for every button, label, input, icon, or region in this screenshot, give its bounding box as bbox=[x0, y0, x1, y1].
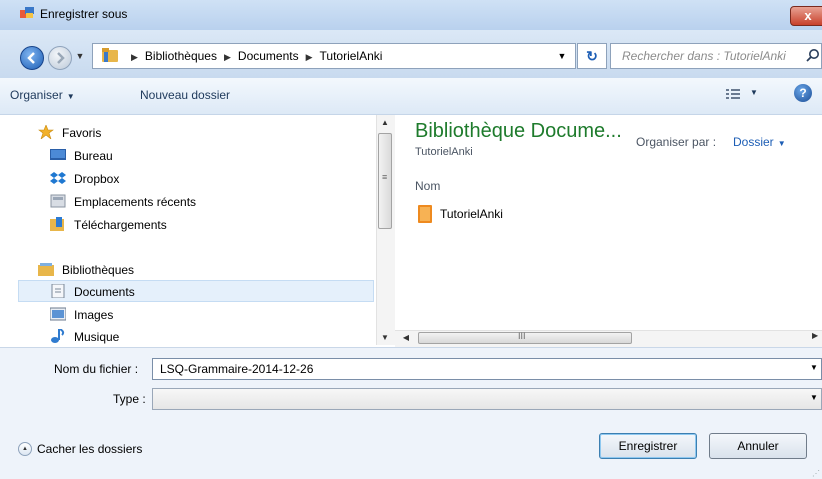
organize-button[interactable]: Organiser ▼ bbox=[10, 88, 75, 102]
sidebar-item-favoris[interactable]: Favoris bbox=[62, 126, 101, 140]
list-item[interactable]: TutorielAnki bbox=[440, 207, 503, 221]
new-folder-button[interactable]: Nouveau dossier bbox=[140, 88, 230, 102]
save-dialog-icon bbox=[20, 7, 34, 18]
cancel-button[interactable]: Annuler bbox=[709, 433, 807, 459]
breadcrumb: ▶ Bibliothèques ▶ Documents ▶ TutorielAnki bbox=[124, 49, 382, 63]
library-icon bbox=[38, 263, 54, 276]
close-button[interactable]: x bbox=[790, 6, 822, 26]
hide-folders-button[interactable]: ▲ bbox=[18, 442, 32, 456]
breadcrumb-separator-icon[interactable]: ▶ bbox=[131, 52, 138, 62]
type-label: Type : bbox=[113, 392, 146, 406]
breadcrumb-item-tutorielanki[interactable]: TutorielAnki bbox=[320, 49, 383, 63]
music-icon bbox=[51, 329, 65, 343]
documents-icon bbox=[51, 284, 65, 298]
recent-pages-dropdown[interactable]: ▼ bbox=[74, 49, 86, 63]
window-title: Enregistrer sous bbox=[40, 7, 128, 21]
dropbox-icon bbox=[50, 172, 66, 184]
address-dropdown[interactable]: ▼ bbox=[555, 48, 569, 64]
nav-selection-highlight bbox=[18, 280, 374, 302]
star-icon bbox=[38, 125, 54, 139]
arrange-by-value: Dossier bbox=[733, 135, 774, 149]
folder-file-icon bbox=[418, 205, 432, 223]
navigation-pane bbox=[18, 115, 379, 345]
sidebar-item-images[interactable]: Images bbox=[74, 308, 113, 322]
sidebar-item-emplacements-recents[interactable]: Emplacements récents bbox=[74, 195, 196, 209]
sidebar-item-bibliotheques[interactable]: Bibliothèques bbox=[62, 263, 134, 277]
sidebar-item-musique[interactable]: Musique bbox=[74, 330, 119, 344]
column-header-name[interactable]: Nom bbox=[415, 179, 440, 193]
folder-icon bbox=[102, 48, 118, 62]
type-dropdown[interactable]: ▼ bbox=[810, 393, 818, 402]
view-dropdown[interactable]: ▼ bbox=[750, 88, 758, 97]
sidebar-item-telechargements[interactable]: Téléchargements bbox=[74, 218, 167, 232]
scroll-left-arrow-icon[interactable]: ◀ bbox=[398, 331, 414, 345]
filename-label: Nom du fichier : bbox=[54, 362, 139, 376]
sidebar-item-dropbox[interactable]: Dropbox bbox=[74, 172, 119, 186]
filename-dropdown[interactable]: ▼ bbox=[810, 363, 818, 372]
chevron-down-icon: ▼ bbox=[777, 139, 786, 148]
arrange-by-dropdown[interactable]: Dossier ▼ bbox=[733, 135, 786, 149]
downloads-icon bbox=[50, 217, 64, 231]
library-subtitle: TutorielAnki bbox=[415, 146, 473, 158]
arrange-by-label: Organiser par : bbox=[636, 135, 717, 149]
library-title: Bibliothèque Docume... bbox=[415, 120, 622, 142]
images-icon bbox=[50, 307, 66, 321]
scroll-down-arrow-icon[interactable]: ▼ bbox=[376, 330, 394, 346]
type-select[interactable] bbox=[152, 388, 822, 410]
grip-icon: III bbox=[518, 331, 526, 341]
grip-icon: ≡ bbox=[382, 172, 388, 182]
resize-grip-icon[interactable]: ⋰ bbox=[812, 469, 820, 478]
sidebar-item-bureau[interactable]: Bureau bbox=[74, 149, 113, 163]
save-button[interactable]: Enregistrer bbox=[599, 433, 697, 459]
search-icon[interactable] bbox=[806, 48, 820, 62]
command-bar bbox=[0, 78, 822, 115]
help-icon[interactable]: ? bbox=[794, 84, 812, 102]
desktop-icon bbox=[50, 149, 66, 160]
forward-arrow-icon[interactable] bbox=[48, 46, 72, 70]
recent-places-icon bbox=[50, 194, 66, 208]
search-placeholder: Rechercher dans : TutorielAnki bbox=[622, 49, 786, 63]
chevron-down-icon: ▼ bbox=[66, 92, 75, 101]
breadcrumb-item-bibliotheques[interactable]: Bibliothèques bbox=[145, 49, 217, 63]
filename-value: LSQ-Grammaire-2014-12-26 bbox=[160, 362, 314, 376]
save-as-dialog: Enregistrer sous x ▼ ▶ Bibliothèques ▶ Docu… bbox=[0, 0, 822, 479]
refresh-icon[interactable]: ↻ bbox=[577, 43, 607, 69]
sidebar-item-documents[interactable]: Documents bbox=[74, 285, 135, 299]
scroll-right-arrow-icon[interactable]: ▶ bbox=[812, 331, 822, 345]
back-arrow-icon[interactable] bbox=[20, 46, 44, 70]
breadcrumb-separator-icon[interactable]: ▶ bbox=[306, 52, 313, 62]
view-icon[interactable] bbox=[724, 86, 744, 102]
breadcrumb-separator-icon[interactable]: ▶ bbox=[224, 52, 231, 62]
organize-label: Organiser bbox=[10, 88, 63, 102]
breadcrumb-item-documents[interactable]: Documents bbox=[238, 49, 299, 63]
scroll-up-arrow-icon[interactable]: ▲ bbox=[376, 115, 394, 131]
hide-folders-label[interactable]: Cacher les dossiers bbox=[37, 442, 142, 456]
